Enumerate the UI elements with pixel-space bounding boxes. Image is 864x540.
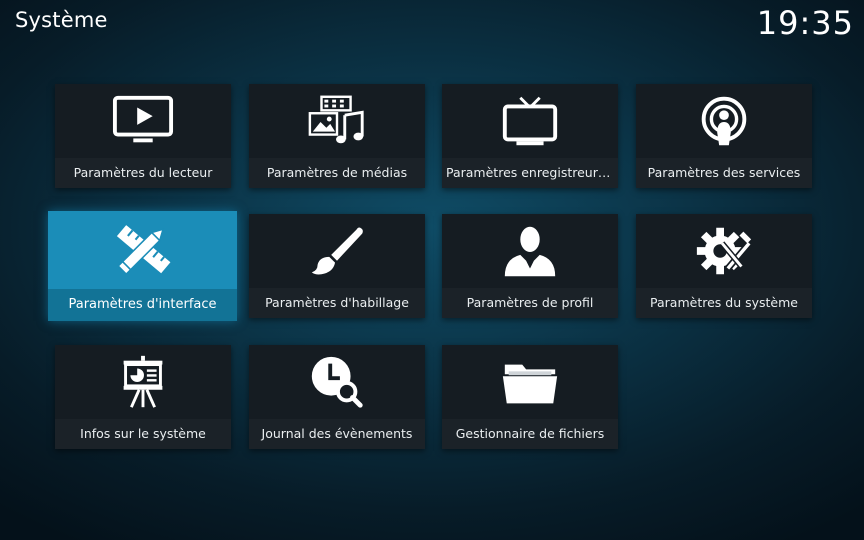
- tile-player-settings[interactable]: Paramètres du lecteur: [55, 84, 231, 188]
- tile-label: Paramètres du système: [636, 288, 812, 318]
- paintbrush-icon: [311, 227, 363, 275]
- page-title: Système: [15, 8, 108, 32]
- presentation-board-icon: [123, 355, 163, 408]
- tile-label: Paramètres enregistreur /...: [442, 158, 618, 188]
- folder-icon: [502, 364, 558, 404]
- tile-file-manager[interactable]: Gestionnaire de fichiers: [442, 345, 618, 449]
- tv-icon: [502, 96, 558, 146]
- tile-label: Paramètres de profil: [442, 288, 618, 318]
- tile-label: Paramètres du lecteur: [55, 158, 231, 188]
- tile-label: Paramètres d'interface: [48, 289, 237, 321]
- tile-label: Infos sur le système: [55, 419, 231, 449]
- broadcast-user-icon: [701, 96, 747, 146]
- clock-search-icon: [311, 356, 363, 408]
- tile-interface-settings[interactable]: Paramètres d'interface: [48, 211, 237, 321]
- tile-event-log[interactable]: Journal des évènements: [249, 345, 425, 449]
- tile-system-info[interactable]: Infos sur le système: [55, 345, 231, 449]
- monitor-play-icon: [112, 95, 174, 143]
- tile-system-settings[interactable]: Paramètres du système: [636, 214, 812, 318]
- tile-label: Paramètres d'habillage: [249, 288, 425, 318]
- tile-profile-settings[interactable]: Paramètres de profil: [442, 214, 618, 318]
- tile-label: Gestionnaire de fichiers: [442, 419, 618, 449]
- tile-media-settings[interactable]: Paramètres de médias: [249, 84, 425, 188]
- media-film-music-icon: [308, 95, 364, 144]
- clock: 19:35: [756, 4, 854, 42]
- gear-tools-icon: [696, 227, 752, 275]
- tile-skin-settings[interactable]: Paramètres d'habillage: [249, 214, 425, 318]
- tile-label: Paramètres des services: [636, 158, 812, 188]
- tile-label: Paramètres de médias: [249, 158, 425, 188]
- tile-label: Journal des évènements: [249, 419, 425, 449]
- user-profile-icon: [504, 226, 556, 277]
- pencil-ruler-icon: [116, 225, 170, 276]
- tile-pvr-settings[interactable]: Paramètres enregistreur /...: [442, 84, 618, 188]
- tile-services-settings[interactable]: Paramètres des services: [636, 84, 812, 188]
